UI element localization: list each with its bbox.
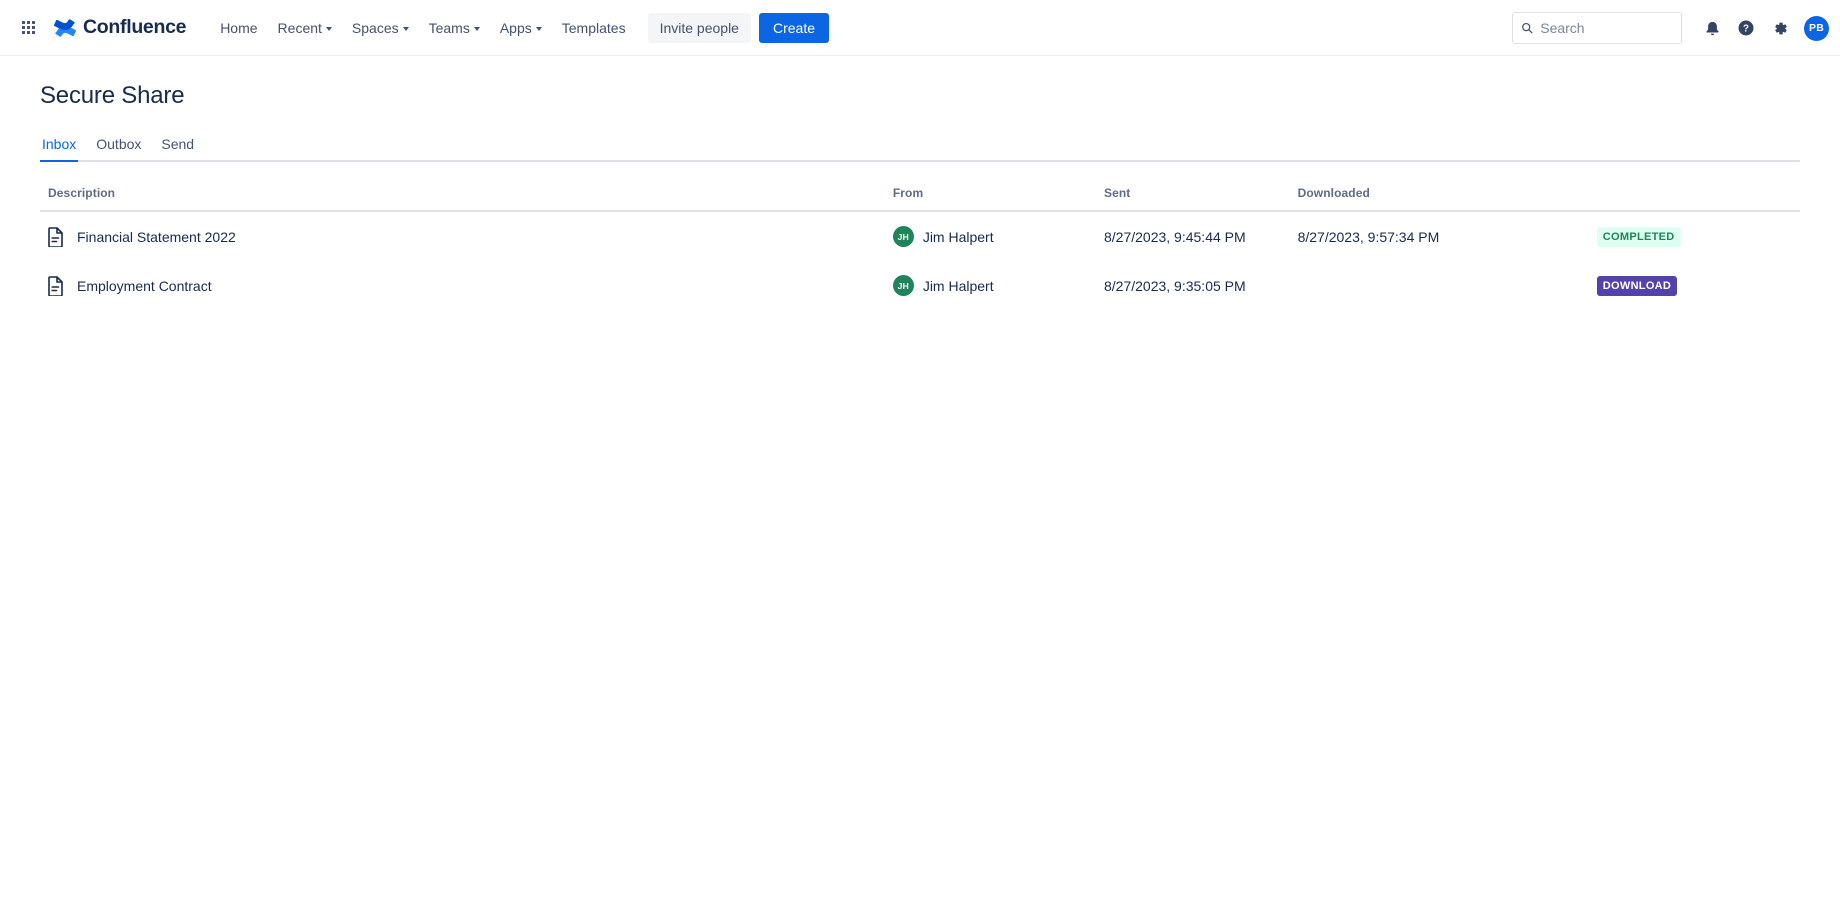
status-badge: COMPLETED [1596, 226, 1681, 247]
nav-item-label: Templates [561, 19, 626, 36]
chevron-down-icon [402, 26, 409, 31]
chevron-down-icon [325, 26, 332, 31]
nav-item-recent[interactable]: Recent [268, 14, 342, 42]
grid-icon [21, 21, 35, 34]
chevron-down-icon [535, 26, 542, 31]
cell-status: DOWNLOAD [1589, 261, 1800, 310]
search-input[interactable] [1540, 20, 1673, 36]
nav-item-label: Apps [499, 19, 532, 36]
profile-avatar[interactable]: PB [1804, 15, 1829, 41]
column-header-description[interactable]: Description [40, 182, 885, 212]
sender-name: Jim Halpert [922, 228, 994, 245]
tab-bar: Inbox Outbox Send [40, 132, 1800, 162]
top-navigation-bar: Confluence Home Recent Spaces Teams Apps [0, 0, 1840, 56]
table-row[interactable]: Employment Contract JH Jim Halpert 8/27/… [40, 261, 1800, 310]
brand-name: Confluence [83, 16, 187, 38]
cell-downloaded: 8/27/2023, 9:57:34 PM [1297, 228, 1440, 245]
document-name[interactable]: Employment Contract [77, 278, 212, 294]
cell-description: Financial Statement 2022 [40, 211, 885, 261]
tab-label: Outbox [96, 136, 142, 152]
nav-item-label: Home [220, 19, 258, 36]
navbar-right-group: ? PB [1512, 0, 1829, 56]
app-switcher-button[interactable] [12, 12, 44, 44]
tab-outbox[interactable]: Outbox [94, 132, 143, 160]
cell-status: COMPLETED [1589, 211, 1800, 261]
nav-item-apps[interactable]: Apps [490, 14, 552, 42]
document-name[interactable]: Financial Statement 2022 [77, 229, 236, 245]
document-icon [48, 226, 63, 247]
page-content: Secure Share Inbox Outbox Send Descripti… [0, 82, 1840, 310]
navbar-left-group: Confluence Home Recent Spaces Teams Apps [12, 12, 830, 44]
invite-people-button[interactable]: Invite people [647, 12, 751, 43]
create-button[interactable]: Create [758, 12, 830, 43]
nav-item-home[interactable]: Home [210, 14, 267, 42]
notification-bell-icon [1705, 21, 1719, 35]
cell-from: JH Jim Halpert [885, 211, 1096, 261]
download-button[interactable]: DOWNLOAD [1596, 275, 1678, 296]
column-header-from[interactable]: From [884, 182, 1096, 212]
nav-item-label: Teams [428, 19, 470, 36]
sender-name: Jim Halpert [922, 277, 994, 294]
column-header-sent[interactable]: Sent [1096, 182, 1290, 212]
nav-item-spaces[interactable]: Spaces [342, 14, 419, 42]
settings-button[interactable] [1764, 12, 1796, 44]
secure-share-table: Description From Sent Downloaded Financi… [40, 182, 1800, 310]
search-box[interactable] [1512, 12, 1682, 44]
cell-sent: 8/27/2023, 9:45:44 PM [1104, 228, 1246, 245]
avatar: JH [892, 275, 914, 296]
search-icon [1522, 22, 1533, 34]
confluence-home-link[interactable]: Confluence [52, 12, 192, 43]
nav-item-templates[interactable]: Templates [552, 14, 636, 42]
table-body: Financial Statement 2022 JH Jim Halpert … [40, 211, 1800, 310]
chevron-down-icon [473, 26, 480, 31]
notification-bell-button[interactable] [1696, 12, 1728, 44]
page-title: Secure Share [40, 82, 185, 109]
tab-inbox[interactable]: Inbox [40, 132, 79, 162]
cell-sent: 8/27/2023, 9:35:05 PM [1104, 277, 1246, 294]
help-button[interactable]: ? [1730, 12, 1762, 44]
document-icon [48, 275, 63, 296]
confluence-logo-icon [54, 18, 76, 37]
nav-item-teams[interactable]: Teams [419, 14, 490, 42]
table-header-row: Description From Sent Downloaded [40, 182, 1800, 212]
table-header: Description From Sent Downloaded [40, 182, 1800, 212]
cell-from: JH Jim Halpert [885, 261, 1096, 310]
primary-nav-items: Home Recent Spaces Teams Apps Templates [210, 14, 635, 42]
nav-item-label: Spaces [351, 19, 399, 36]
avatar: JH [892, 226, 914, 247]
nav-item-label: Recent [277, 19, 322, 36]
cell-downloaded [1290, 261, 1589, 310]
tab-label: Send [161, 136, 195, 152]
help-icon: ? [1738, 20, 1754, 36]
svg-text:?: ? [1743, 23, 1749, 34]
tab-label: Inbox [42, 136, 77, 152]
column-header-downloaded[interactable]: Downloaded [1289, 182, 1589, 212]
table-row[interactable]: Financial Statement 2022 JH Jim Halpert … [40, 211, 1800, 261]
settings-gear-icon [1774, 22, 1787, 34]
cell-description: Employment Contract [40, 261, 885, 310]
column-header-status [1588, 182, 1800, 212]
tab-send[interactable]: Send [159, 132, 196, 160]
